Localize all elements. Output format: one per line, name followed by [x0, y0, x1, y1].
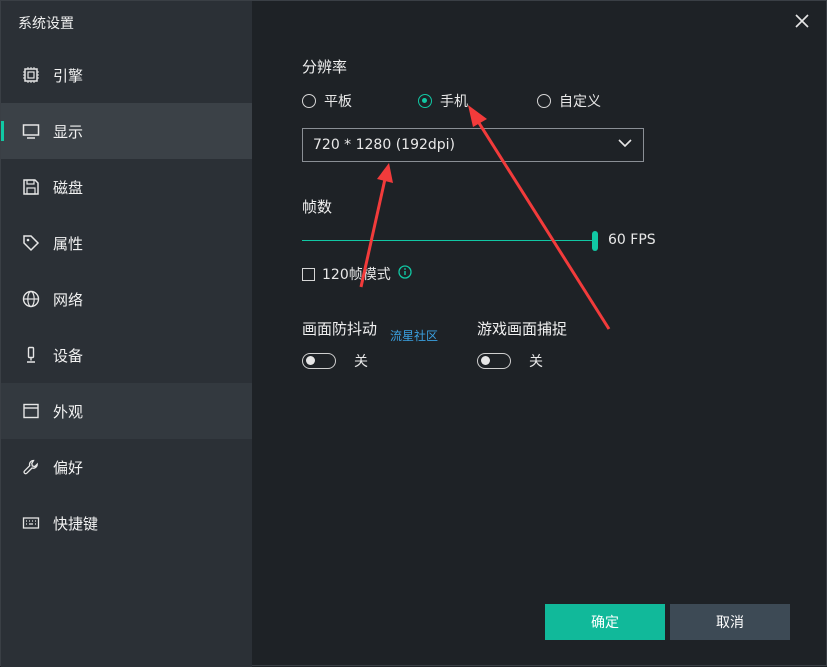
sidebar-item-label: 偏好 [53, 458, 84, 477]
capture-label: 游戏画面捕捉 [477, 320, 568, 338]
sidebar-item-label: 设备 [53, 346, 84, 365]
capture-toggle-group: 关 [477, 351, 543, 371]
sidebar-item-label: 网络 [53, 290, 84, 309]
toggle-knob [306, 356, 315, 365]
toggle-knob [481, 356, 490, 365]
chevron-down-icon [617, 135, 633, 155]
checkbox-box [302, 267, 315, 281]
disk-icon [21, 177, 41, 197]
window-title: 系统设置 [18, 16, 74, 32]
radio-dot [302, 94, 316, 108]
wrench-icon [21, 457, 41, 477]
sidebar-item-properties[interactable]: 属性 [1, 215, 252, 271]
window-icon [21, 401, 41, 421]
radio-dot [537, 94, 551, 108]
sidebar-item-disk[interactable]: 磁盘 [1, 159, 252, 215]
sidebar-item-label: 显示 [53, 122, 84, 141]
device-icon [21, 345, 41, 365]
watermark-text: 流星社区 [390, 329, 439, 343]
display-settings-panel: 分辨率 平板 手机 自定义 720 * 1280 (192dpi) 帧数 60 … [252, 1, 826, 665]
resolution-value: 720 * 1280 (192dpi) [313, 137, 456, 153]
cpu-icon [21, 65, 41, 85]
resolution-radio-group: 平板 手机 自定义 [302, 89, 662, 111]
sidebar-item-label: 外观 [53, 402, 84, 421]
capture-toggle[interactable] [477, 353, 511, 369]
resolution-label: 分辨率 [302, 58, 348, 76]
radio-phone[interactable]: 手机 [418, 91, 468, 111]
radio-tablet[interactable]: 平板 [302, 91, 352, 111]
fps-value: 60 FPS [608, 232, 656, 248]
radio-label: 自定义 [559, 94, 601, 110]
sidebar-item-label: 属性 [53, 234, 84, 253]
radio-label: 平板 [324, 94, 352, 110]
radio-dot [418, 94, 432, 108]
sidebar: 系统设置 引擎 显示 磁盘 属性 网络 设备 外观 偏好 快捷键 [1, 1, 252, 667]
settings-window: 系统设置 引擎 显示 磁盘 属性 网络 设备 外观 偏好 快捷键 分辨率 平板 … [0, 0, 827, 667]
sidebar-item-label: 引擎 [53, 66, 84, 85]
sidebar-item-preferences[interactable]: 偏好 [1, 439, 252, 495]
sidebar-item-appearance[interactable]: 外观 [1, 383, 252, 439]
keyboard-icon [21, 513, 41, 533]
monitor-icon [21, 121, 41, 141]
slider-track [302, 240, 598, 241]
radio-label: 手机 [440, 94, 468, 110]
sidebar-item-engine[interactable]: 引擎 [1, 47, 252, 103]
tag-icon [21, 233, 41, 253]
anti-shake-state: 关 [354, 354, 368, 370]
radio-custom[interactable]: 自定义 [537, 91, 601, 111]
sidebar-nav: 引擎 显示 磁盘 属性 网络 设备 外观 偏好 快捷键 [1, 47, 252, 551]
sidebar-item-label: 快捷键 [53, 514, 99, 533]
globe-icon [21, 289, 41, 309]
anti-shake-label: 画面防抖动 [302, 320, 378, 338]
sidebar-item-network[interactable]: 网络 [1, 271, 252, 327]
cancel-button[interactable]: 取消 [670, 604, 790, 640]
fps-slider[interactable] [302, 231, 598, 251]
capture-state: 关 [529, 354, 543, 370]
anti-shake-toggle-group: 关 [302, 351, 368, 371]
ok-button[interactable]: 确定 [545, 604, 665, 640]
sidebar-item-display[interactable]: 显示 [1, 103, 252, 159]
fps-label: 帧数 [302, 198, 333, 216]
sidebar-item-device[interactable]: 设备 [1, 327, 252, 383]
sidebar-item-shortcuts[interactable]: 快捷键 [1, 495, 252, 551]
slider-thumb[interactable] [592, 231, 598, 251]
checkbox-label: 120帧模式 [322, 267, 391, 283]
sidebar-item-label: 磁盘 [53, 178, 84, 197]
resolution-select[interactable]: 720 * 1280 (192dpi) [302, 128, 644, 162]
anti-shake-toggle[interactable] [302, 353, 336, 369]
active-indicator [1, 121, 4, 141]
fps120-checkbox[interactable]: 120帧模式 [302, 264, 412, 284]
info-icon[interactable] [398, 265, 412, 283]
